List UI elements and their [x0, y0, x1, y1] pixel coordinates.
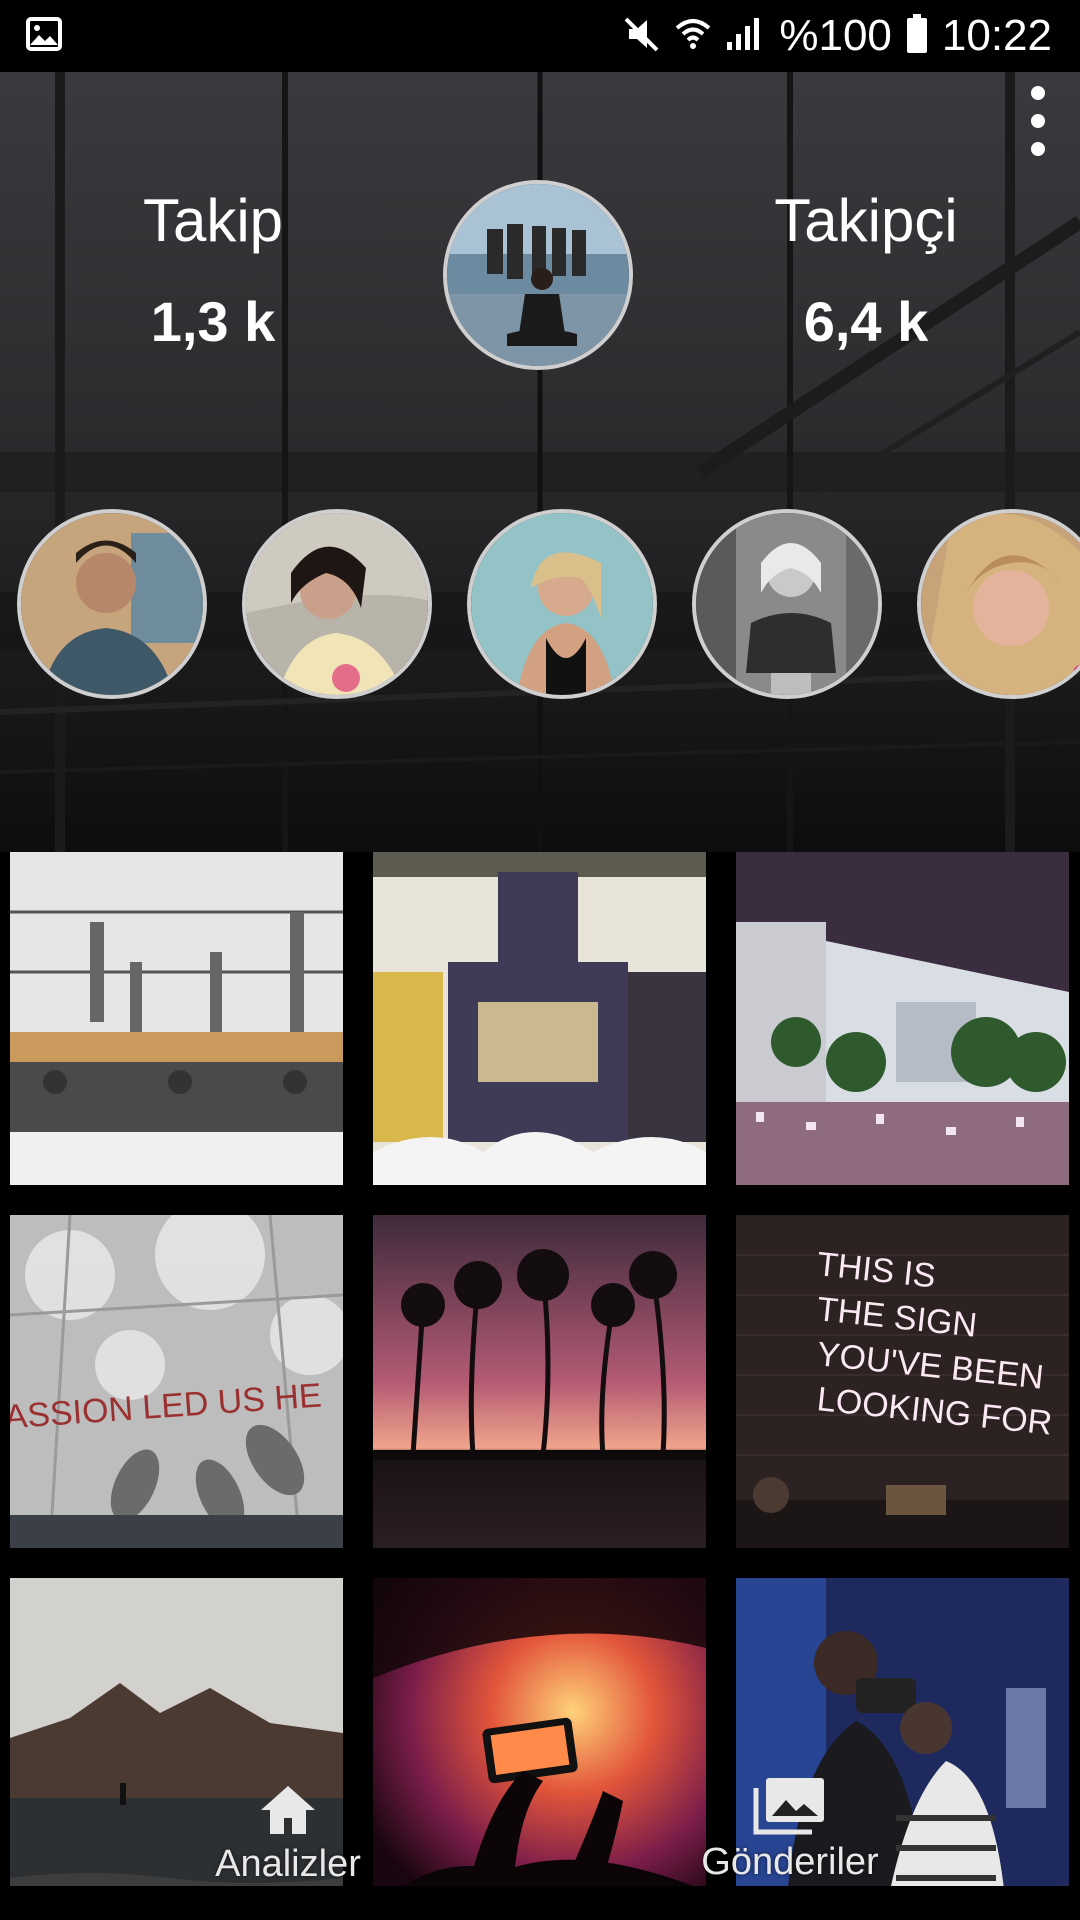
photo-library-icon — [690, 1774, 890, 1841]
nav-analytics[interactable]: Analizler — [212, 1782, 364, 1886]
status-bar: %100 10:22 — [0, 0, 1080, 72]
post-thumbnail[interactable] — [736, 852, 1069, 1185]
story-avatar[interactable] — [242, 509, 432, 699]
bottom-edge — [0, 1886, 1080, 1920]
story-avatar[interactable] — [17, 509, 207, 699]
overflow-menu-icon[interactable] — [1018, 86, 1058, 156]
mute-icon — [621, 14, 661, 59]
battery-percent: %100 — [779, 11, 892, 60]
post-thumbnail[interactable] — [373, 1215, 706, 1548]
following-stat[interactable]: Takip 1,3 k — [63, 186, 363, 354]
post-thumbnail[interactable] — [373, 852, 706, 1185]
post-thumbnail[interactable] — [10, 852, 343, 1185]
story-avatar[interactable] — [692, 509, 882, 699]
wifi-icon — [675, 16, 711, 57]
followers-label: Takipçi — [774, 187, 958, 254]
post-thumbnail[interactable]: ASSION LED US HE — [10, 1215, 343, 1548]
nav-analytics-label: Analizler — [215, 1843, 361, 1885]
followers-stat[interactable]: Takipçi 6,4 k — [716, 186, 1016, 354]
following-count: 1,3 k — [150, 290, 276, 353]
followers-count: 6,4 k — [803, 290, 929, 353]
following-label: Takip — [142, 187, 284, 254]
battery-icon — [906, 13, 928, 59]
home-icon — [212, 1782, 364, 1843]
profile-avatar[interactable] — [443, 180, 633, 370]
clock: 10:22 — [941, 11, 1052, 60]
post-thumbnail[interactable]: THIS IS THE SIGN YOU'VE BEEN LOOKING FOR — [736, 1215, 1069, 1548]
signal-icon — [725, 16, 765, 57]
image-icon — [26, 16, 62, 56]
post-thumbnail[interactable] — [373, 1578, 706, 1911]
story-avatar[interactable] — [467, 509, 657, 699]
nav-posts[interactable]: Gönderiler — [690, 1774, 890, 1884]
profile-header: Takip 1,3 k Takipçi 6,4 k — [0, 72, 1080, 852]
nav-posts-label: Gönderiler — [701, 1841, 879, 1883]
